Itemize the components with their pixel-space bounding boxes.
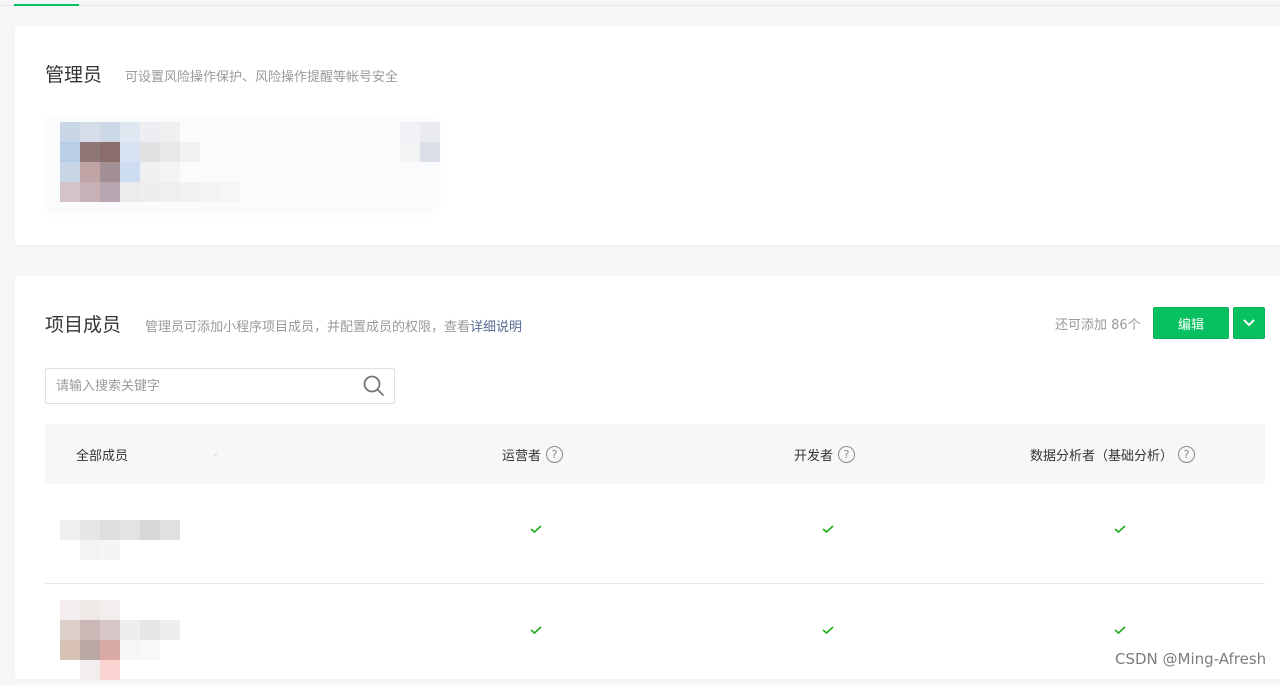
members-description: 管理员可添加小程序项目成员，并配置成员的权限，查看详细说明 [145, 316, 522, 335]
row1-operator-check-icon [530, 525, 542, 533]
search-icon[interactable] [363, 375, 385, 397]
search-input[interactable] [56, 369, 356, 403]
column-operator: 运营者? [502, 424, 564, 484]
row2-operator-check-icon [530, 626, 542, 634]
members-title: 项目成员 [45, 314, 122, 336]
question-circle-icon[interactable]: ? [838, 445, 856, 463]
column-label: 数据分析者（基础分析） [1030, 448, 1174, 464]
column-label: 运营者 [502, 448, 542, 464]
remaining-count: 还可添加 86个 [1055, 318, 1141, 333]
table-row [45, 484, 1265, 584]
admin-card: 管理员 可设置风险操作保护、风险操作提醒等帐号安全 [15, 26, 1280, 245]
row1-developer-check-icon [822, 525, 834, 533]
edit-button[interactable]: 编辑 [1153, 307, 1229, 339]
column-label: 全部成员 [76, 448, 129, 464]
row2-data-analyst-check-icon [1114, 626, 1126, 634]
row1-data-analyst-check-icon [1114, 525, 1126, 533]
details-link[interactable]: 详细说明 [470, 320, 522, 335]
members-card: 项目成员 管理员可添加小程序项目成员，并配置成员的权限，查看详细说明 还可添加 … [15, 276, 1280, 680]
chevron-down-icon [1243, 319, 1255, 327]
table-row [45, 585, 1265, 685]
more-actions-dropdown-button[interactable] [1233, 307, 1265, 339]
column-all-members[interactable]: 全部成员 [76, 424, 128, 484]
watermark: CSDN @Ming-Afresh [1115, 650, 1267, 668]
members-table-header: 全部成员 ✓ 运营者? 开发者? 数据分析者（基础分析）? [45, 424, 1265, 484]
column-data-analyst: 数据分析者（基础分析）? [1030, 424, 1196, 484]
member-search-box [45, 368, 395, 404]
column-label: 开发者 [794, 448, 834, 464]
members-description-text: 管理员可添加小程序项目成员，并配置成员的权限，查看 [145, 320, 471, 335]
row2-developer-check-icon [822, 626, 834, 634]
top-tab-active-indicator [14, 4, 79, 6]
sort-caret-icon: ✓ [213, 450, 220, 459]
question-circle-icon[interactable]: ? [1178, 445, 1196, 463]
question-circle-icon[interactable]: ? [546, 445, 564, 463]
admin-title: 管理员 [45, 64, 103, 86]
top-tab-bar [0, 0, 1280, 6]
admin-description: 可设置风险操作保护、风险操作提醒等帐号安全 [125, 70, 399, 85]
column-developer: 开发者? [794, 424, 856, 484]
